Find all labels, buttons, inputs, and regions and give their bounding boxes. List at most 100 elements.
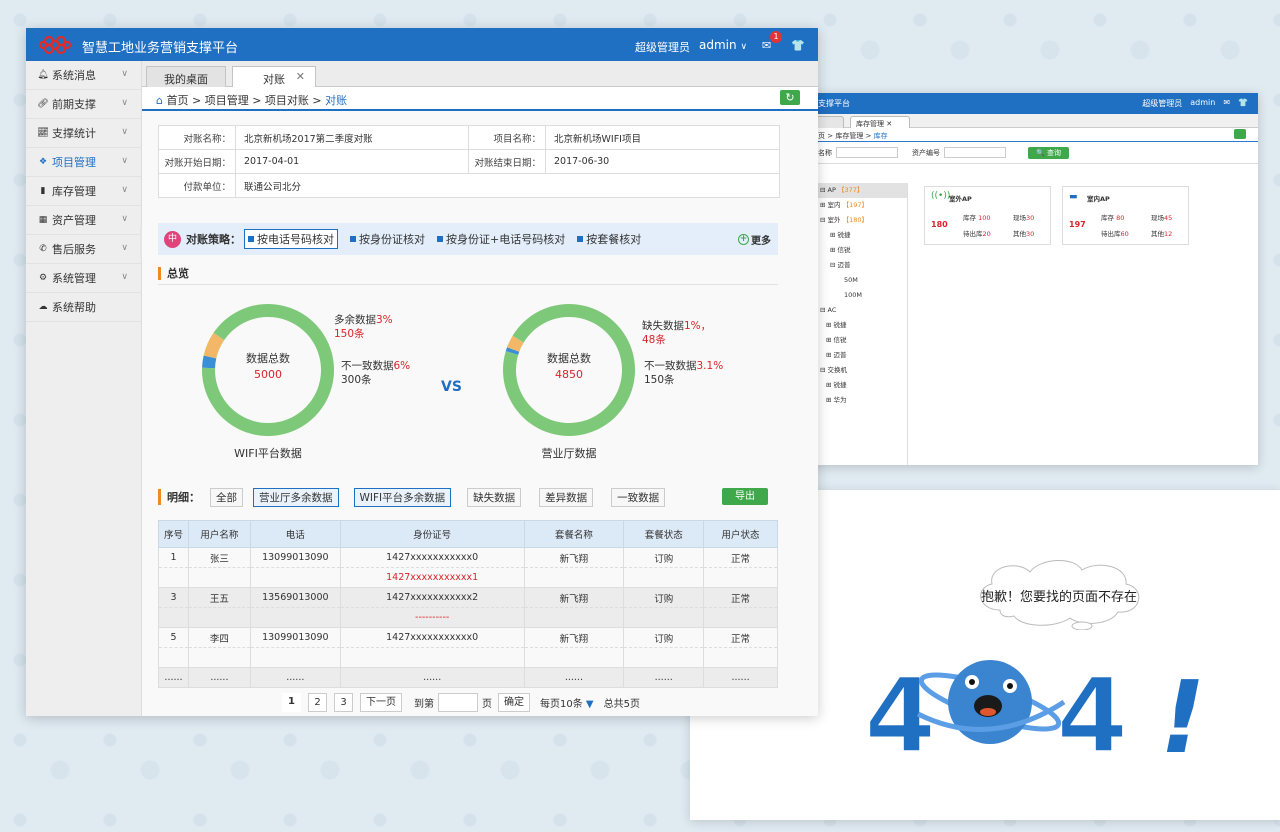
close-icon[interactable]: ✕ <box>296 70 305 83</box>
inventory-shirt-icon[interactable]: 👕 <box>1238 98 1248 109</box>
filter-diff[interactable]: 差异数据 <box>539 487 594 507</box>
sidebar-item-help[interactable]: ☁ 系统帮助 <box>26 293 141 322</box>
tree-node[interactable]: ⊞ 信锐 <box>812 243 907 258</box>
filter-wifi-redundant[interactable]: WIFI平台多余数据 <box>353 487 452 507</box>
filter-all[interactable]: 全部 <box>210 487 243 507</box>
tab-label: 我的桌面 <box>164 73 208 86</box>
shirt-icon[interactable]: 👕 <box>791 39 805 52</box>
inventory-refresh-button[interactable] <box>1234 129 1246 139</box>
tree-node[interactable]: ⊟ AP 【377】 <box>812 183 907 198</box>
info-value: 北京新机场2017第二季度对账 <box>235 125 469 150</box>
link-icon: 🔗︎ <box>37 99 49 109</box>
column-header[interactable]: 套餐状态 <box>623 520 705 548</box>
card-stat-label: 库存 <box>1101 214 1114 222</box>
table-row-diff: 1427xxxxxxxxxxx1 <box>158 567 778 588</box>
info-row: 对账开始日期： 2017-04-01 对账结束日期： 2017-06-30 <box>158 149 780 174</box>
tree-node[interactable]: ⊟ 交换机 <box>812 363 907 378</box>
svg-text:4: 4 <box>864 655 936 760</box>
column-header[interactable]: 身份证号 <box>339 520 525 548</box>
inventory-user[interactable]: admin <box>1190 98 1215 109</box>
column-header[interactable]: 用户名称 <box>187 520 251 548</box>
export-button[interactable]: 导出 <box>722 488 768 505</box>
column-header[interactable]: 电话 <box>249 520 341 548</box>
column-header[interactable]: 套餐名称 <box>523 520 625 548</box>
table-row: ...... ...... ...... ...... ...... .....… <box>158 667 778 688</box>
strategy-option-phone[interactable]: 按电话号码核对 <box>244 229 338 249</box>
cell-plan: 新飞翔 <box>523 547 625 568</box>
sidebar-item-messages[interactable]: 🔔︎ 系统消息 ∨ <box>26 61 141 90</box>
inventory-search-asset-input[interactable] <box>944 147 1006 158</box>
next-page-button[interactable]: 下一页 <box>360 692 402 712</box>
card-total: 180 <box>931 220 948 229</box>
tree-node[interactable]: ⊞ 锐捷 <box>812 228 907 243</box>
filter-missing[interactable]: 缺失数据 <box>467 487 522 507</box>
sidebar-item-stats[interactable]: 📈︎ 支撑统计 ∨ <box>26 119 141 148</box>
page-3[interactable]: 3 <box>334 692 353 712</box>
page-1[interactable]: 1 <box>282 692 301 712</box>
per-page-select[interactable]: 每页10条 ▼ <box>540 695 594 710</box>
legend-inconsistent: 不一致数据6% 300条 <box>341 359 410 387</box>
mail-icon[interactable]: ✉ <box>762 39 771 52</box>
square-icon <box>577 236 584 242</box>
filter-hall-redundant[interactable]: 营业厅多余数据 <box>253 487 339 507</box>
info-row: 对账名称： 北京新机场2017第二季度对账 项目名称： 北京新机场WIFI项目 <box>158 125 780 150</box>
refresh-icon: ↻ <box>785 91 795 104</box>
sidebar-item-projects[interactable]: ❖ 项目管理 ∨ <box>26 148 141 177</box>
inventory-card-indoor-ap[interactable]: ▬ 室内AP 197 库存 80 现场45 待出库60 其他12 <box>1062 186 1189 245</box>
inventory-search-name-input[interactable] <box>836 147 898 158</box>
cell-no: 5 <box>158 627 189 648</box>
confirm-button[interactable]: 确定 <box>498 692 530 712</box>
inventory-breadcrumb-path[interactable]: 页 > 库存管理 > <box>818 132 871 140</box>
filter-consistent[interactable]: 一致数据 <box>611 487 666 507</box>
sidebar-item-inventory[interactable]: ▮ 库存管理 ∨ <box>26 177 141 206</box>
inventory-mail-icon[interactable]: ✉ <box>1223 98 1230 109</box>
sidebar-item-assets[interactable]: ▦ 资产管理 ∨ <box>26 206 141 235</box>
cell-name: 张三 <box>187 547 251 568</box>
tree-node[interactable]: ⊟ 室外 【180】 <box>812 213 907 228</box>
column-header[interactable]: 用户状态 <box>703 520 778 548</box>
breadcrumb-home[interactable]: 首页 <box>166 94 188 107</box>
inventory-search-button[interactable]: 🔍 查询 <box>1028 146 1069 159</box>
refresh-button[interactable]: ↻ <box>780 90 800 105</box>
card-stat-label: 其他 <box>1013 230 1026 238</box>
sidebar-item-label: 支撑统计 <box>52 127 96 140</box>
more-button[interactable]: + 更多 <box>738 232 771 247</box>
breadcrumb-separator: > <box>191 94 202 107</box>
inventory-card-outdoor-ap[interactable]: ((•)) 室外AP 180 库存 100 现场30 待出库20 其他30 <box>924 186 1051 245</box>
legend-name: 缺失数据 <box>642 320 684 332</box>
tree-node-label: ⊞ 室内 <box>820 201 841 209</box>
strategy-option-id[interactable]: 按身份证核对 <box>350 231 425 247</box>
info-value: 2017-06-30 <box>545 149 780 174</box>
strategy-option-id-phone[interactable]: 按身份证+电话号码核对 <box>437 231 565 247</box>
svg-text:4: 4 <box>1056 655 1128 760</box>
goto-page-input[interactable] <box>438 692 478 712</box>
user-menu[interactable]: admin ∨ <box>699 38 747 52</box>
svg-text:!: ! <box>1160 659 1206 760</box>
tree-node[interactable]: ⊞ 室内 【197】 <box>812 198 907 213</box>
breadcrumb-project-management[interactable]: 项目管理 <box>205 94 249 107</box>
page-2[interactable]: 2 <box>308 692 327 712</box>
sidebar-item-presales[interactable]: 🔗︎ 前期支撑 ∨ <box>26 90 141 119</box>
strategy-option-plan[interactable]: 按套餐核对 <box>577 231 641 247</box>
inventory-tab-stock[interactable]: 库存管理 ✕ <box>850 116 910 128</box>
breadcrumb-project-reconciliation[interactable]: 项目对账 <box>265 94 309 107</box>
donut-center: 数据总数 4850 <box>529 350 609 381</box>
column-header[interactable]: 序号 <box>158 520 189 548</box>
tree-node[interactable]: ⊞ 锐捷 <box>812 378 907 393</box>
tree-node[interactable]: ⊞ 信锐 <box>812 333 907 348</box>
sidebar-item-aftersales[interactable]: ✆ 售后服务 ∨ <box>26 235 141 264</box>
tree-node[interactable]: 50M <box>812 273 907 288</box>
sidebar-item-label: 前期支撑 <box>52 98 96 111</box>
tree-node[interactable]: ⊞ 华为 <box>812 393 907 408</box>
sidebar-item-system[interactable]: ⚙ 系统管理 ∨ <box>26 264 141 293</box>
tree-node[interactable]: ⊞ 锐捷 <box>812 318 907 333</box>
tree-node[interactable]: ⊟ AC <box>812 303 907 318</box>
tab-reconciliation[interactable]: 对账 ✕ <box>232 66 316 88</box>
mail-badge: 1 <box>770 31 782 43</box>
tree-node[interactable]: 100M <box>812 288 907 303</box>
tree-node[interactable]: ⊟ 迈普 <box>812 258 907 273</box>
tree-node[interactable]: ⊞ 迈普 <box>812 348 907 363</box>
tab-desktop[interactable]: 我的桌面 <box>146 66 226 88</box>
close-icon[interactable]: ✕ <box>886 120 892 128</box>
legend-pct: 3.1% <box>696 360 724 372</box>
